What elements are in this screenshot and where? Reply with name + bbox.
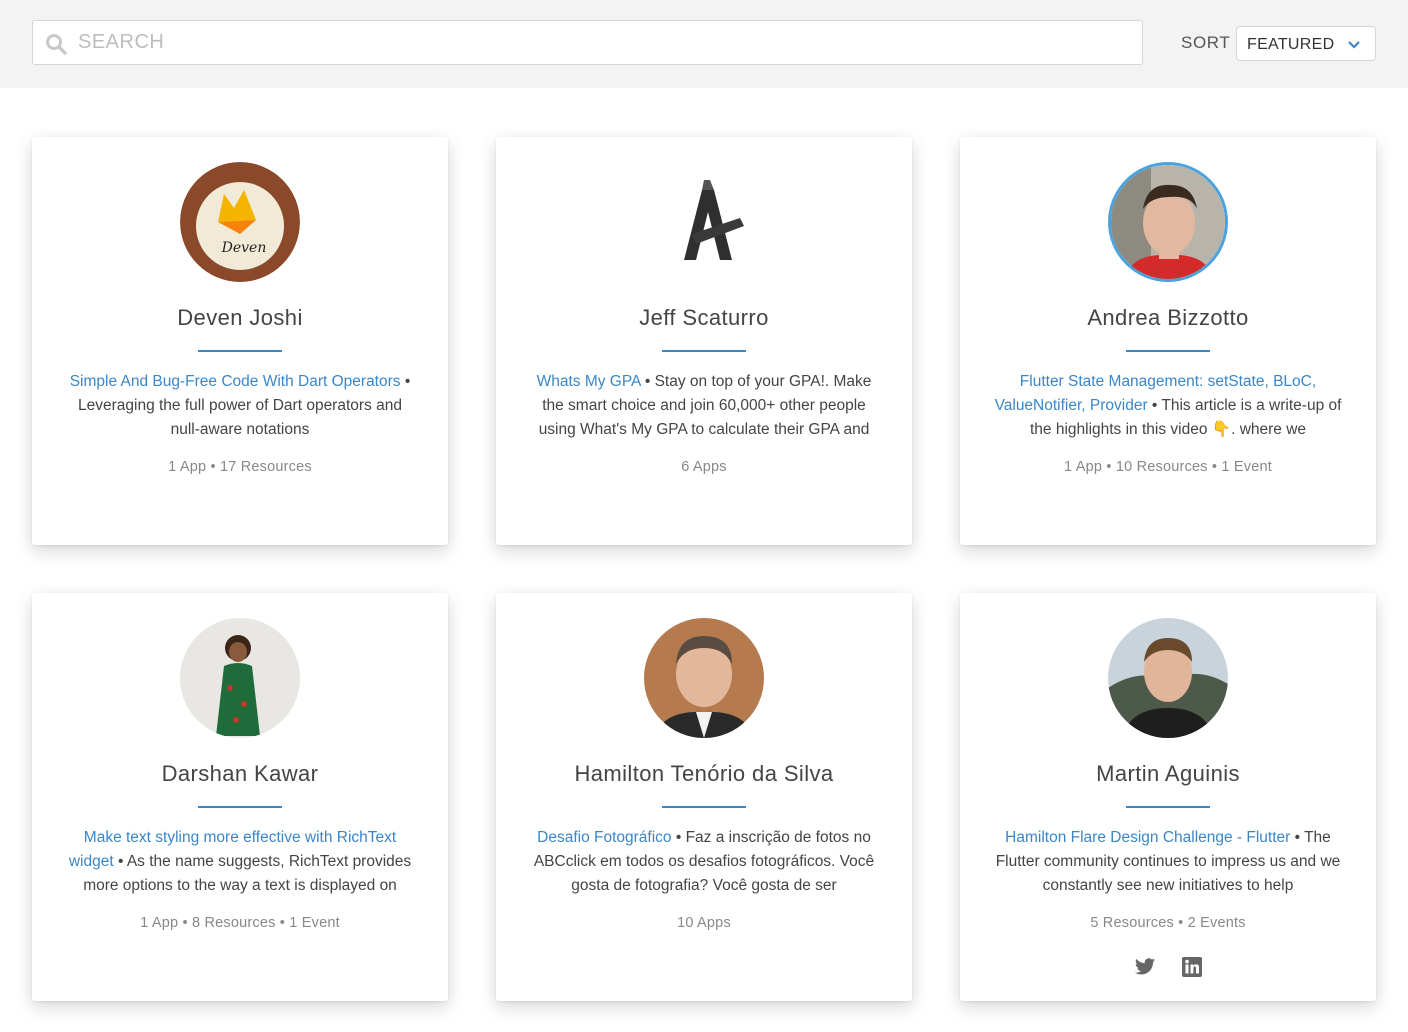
person-avatar — [1108, 162, 1228, 282]
divider — [1126, 350, 1210, 352]
profiles-grid: Deven Deven Joshi Simple And Bug-Free Co… — [0, 88, 1408, 1032]
profile-name: Martin Aguinis — [1096, 761, 1240, 786]
child-avatar — [180, 618, 300, 738]
profile-name: Andrea Bizzotto — [1087, 305, 1249, 330]
article-link[interactable]: Desafio Fotográfico — [537, 829, 671, 846]
profile-description: Simple And Bug-Free Code With Dart Opera… — [62, 370, 418, 440]
profile-name: Darshan Kawar — [161, 761, 319, 786]
profile-stats: 1 App • 17 Resources — [168, 459, 312, 475]
search-box[interactable] — [32, 20, 1143, 65]
article-link[interactable]: Simple And Bug-Free Code With Dart Opera… — [70, 373, 401, 390]
profile-card[interactable]: Darshan Kawar Make text styling more eff… — [32, 593, 448, 1001]
sort-select[interactable]: FEATURED — [1236, 26, 1376, 61]
article-link[interactable]: Whats My GPA — [537, 373, 641, 390]
firebase-badge-avatar: Deven — [180, 162, 300, 282]
profile-name: Deven Joshi — [177, 305, 303, 330]
divider — [662, 350, 746, 352]
separator: • — [1147, 397, 1162, 414]
profile-stats: 1 App • 8 Resources • 1 Event — [140, 915, 340, 931]
divider — [198, 350, 282, 352]
profile-stats: 1 App • 10 Resources • 1 Event — [1064, 459, 1272, 475]
social-links — [960, 957, 1376, 977]
a-logo-avatar — [644, 162, 764, 282]
profile-description: Flutter State Management: setState, BLoC… — [990, 370, 1346, 440]
article-link[interactable]: Hamilton Flare Design Challenge - Flutte… — [1005, 829, 1290, 846]
svg-text:Deven: Deven — [221, 240, 267, 256]
profile-description: Make text styling more effective with Ri… — [62, 826, 418, 896]
person-avatar — [1108, 618, 1228, 738]
linkedin-icon[interactable] — [1182, 957, 1202, 977]
profile-card[interactable]: Martin Aguinis Hamilton Flare Design Cha… — [960, 593, 1376, 1001]
profile-description: Desafio Fotográfico • Faz a inscrição de… — [526, 826, 882, 896]
search-icon — [44, 32, 68, 56]
profile-stats: 6 Apps — [681, 459, 727, 475]
separator: • — [1290, 829, 1305, 846]
profile-stats: 5 Resources • 2 Events — [1090, 915, 1246, 931]
divider — [1126, 806, 1210, 808]
sort-label: SORT — [1181, 33, 1231, 52]
divider — [662, 806, 746, 808]
separator: • — [671, 829, 686, 846]
profile-description: Hamilton Flare Design Challenge - Flutte… — [990, 826, 1346, 896]
top-bar: SORT FEATURED — [0, 0, 1408, 88]
profile-card[interactable]: Jeff Scaturro Whats My GPA • Stay on top… — [496, 137, 912, 545]
separator: • — [113, 853, 127, 870]
profile-description: Whats My GPA • Stay on top of your GPA!.… — [526, 370, 882, 440]
twitter-icon[interactable] — [1134, 957, 1156, 977]
profile-card[interactable]: Deven Deven Joshi Simple And Bug-Free Co… — [32, 137, 448, 545]
profile-stats: 10 Apps — [677, 915, 731, 931]
profile-name: Jeff Scaturro — [639, 305, 769, 330]
separator: • — [400, 373, 411, 390]
separator: • — [640, 373, 655, 390]
profile-card[interactable]: Andrea Bizzotto Flutter State Management… — [960, 137, 1376, 545]
search-input[interactable] — [78, 21, 1128, 64]
profile-name: Hamilton Tenório da Silva — [574, 761, 834, 786]
profile-card[interactable]: Hamilton Tenório da Silva Desafio Fotogr… — [496, 593, 912, 1001]
sort-selected-value: FEATURED — [1247, 36, 1335, 53]
description-text: As the name suggests, RichText provides … — [83, 853, 412, 894]
person-avatar — [644, 618, 764, 738]
description-text: Leveraging the full power of Dart operat… — [78, 397, 402, 438]
chevron-down-icon — [1347, 38, 1361, 52]
divider — [198, 806, 282, 808]
